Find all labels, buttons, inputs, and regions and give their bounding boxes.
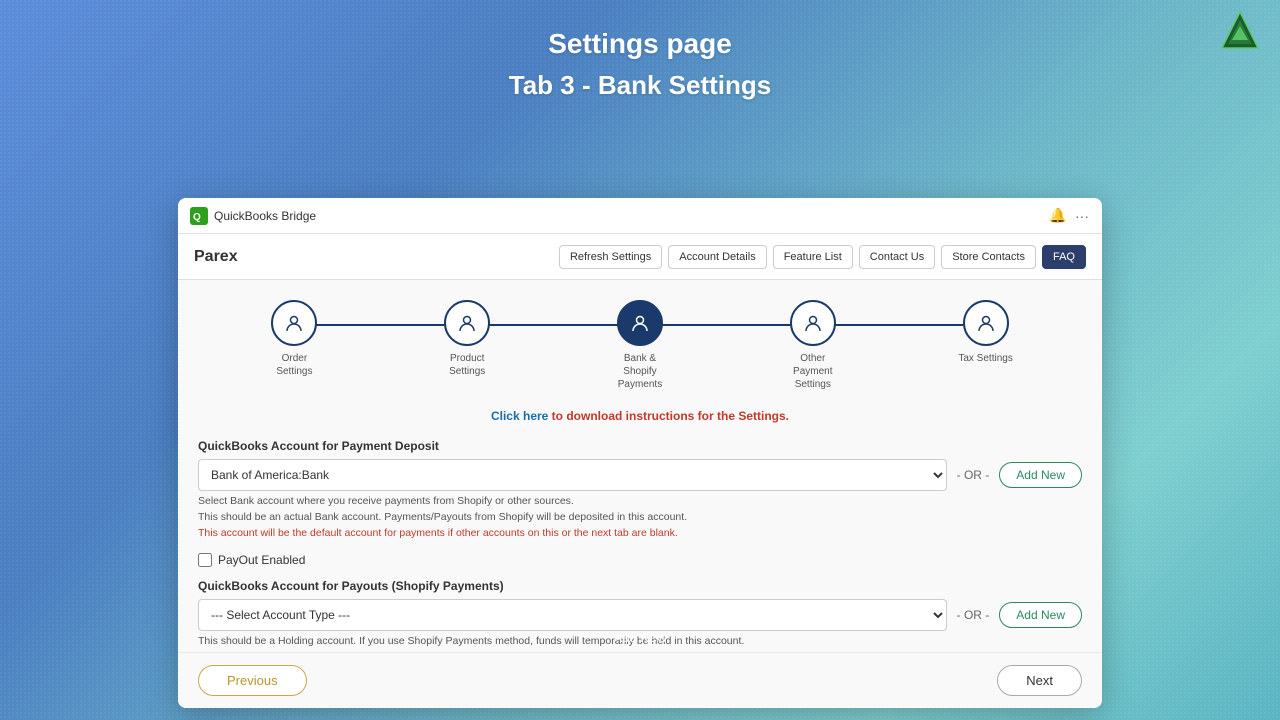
payment-deposit-hint1: Select Bank account where you receive pa… (198, 495, 1082, 507)
nav-contact-us[interactable]: Contact Us (859, 245, 935, 269)
step-2-circle (444, 300, 490, 346)
step-1-circle (271, 300, 317, 346)
payment-deposit-label: QuickBooks Account for Payment Deposit (198, 439, 1082, 453)
app-footer: Previous Next (178, 652, 1102, 708)
next-button[interactable]: Next (997, 665, 1082, 696)
app-brand: Parex (194, 248, 559, 266)
step-other-payment[interactable]: OtherPaymentSettings (726, 300, 899, 391)
svg-text:Q: Q (193, 212, 201, 223)
nav-refresh-settings[interactable]: Refresh Settings (559, 245, 662, 269)
nav-feature-list[interactable]: Feature List (773, 245, 853, 269)
payouts-label: QuickBooks Account for Payouts (Shopify … (198, 579, 1082, 593)
step-4-circle (790, 300, 836, 346)
nav-faq[interactable]: FAQ (1042, 245, 1086, 269)
logo-icon (1218, 10, 1262, 54)
step-5-label: Tax Settings (958, 352, 1012, 365)
step-product-settings[interactable]: ProductSettings (381, 300, 554, 378)
page-title-line1: Settings page (0, 28, 1280, 60)
titlebar-actions: 🔔 ··· (1050, 208, 1090, 224)
payouts-row: --- Select Account Type --- - OR - Add N… (198, 599, 1082, 631)
title-bar: Q QuickBooks Bridge 🔔 ··· (178, 198, 1102, 234)
more-icon[interactable]: ··· (1074, 208, 1090, 224)
step-4-label: OtherPaymentSettings (793, 352, 832, 391)
titlebar-app-name: QuickBooks Bridge (214, 209, 1050, 223)
step-3-label: Bank &ShopifyPayments (618, 352, 662, 391)
step-tax-settings[interactable]: Tax Settings (899, 300, 1072, 365)
page-title-line2: Tab 3 - Bank Settings (0, 70, 1280, 101)
payment-deposit-add-new[interactable]: Add New (999, 462, 1082, 488)
bell-icon[interactable]: 🔔 (1050, 208, 1066, 224)
payouts-select[interactable]: --- Select Account Type --- (198, 599, 947, 631)
payment-deposit-select[interactable]: Bank of America:Bank (198, 459, 947, 491)
instruction-rest: to download instructions for the Setting… (548, 409, 789, 423)
step-order-settings[interactable]: OrderSettings (208, 300, 381, 378)
previous-button[interactable]: Previous (198, 665, 307, 696)
payout-enabled-label: PayOut Enabled (218, 553, 305, 567)
nav-buttons: Refresh Settings Account Details Feature… (559, 245, 1086, 269)
step-2-label: ProductSettings (449, 352, 485, 378)
app-content: OrderSettings ProductSettings (178, 280, 1102, 652)
nav-store-contacts[interactable]: Store Contacts (941, 245, 1036, 269)
payout-enabled-checkbox[interactable] (198, 553, 212, 567)
step-1-label: OrderSettings (276, 352, 312, 378)
payout-enabled-row: PayOut Enabled (198, 553, 1082, 567)
ada-new-badge: Ada New (614, 630, 667, 645)
payment-deposit-hint2: This should be an actual Bank account. P… (198, 511, 1082, 523)
app-header: Parex Refresh Settings Account Details F… (178, 234, 1102, 280)
payment-deposit-or: - OR - (957, 468, 990, 482)
payment-deposit-hint3: This account will be the default account… (198, 527, 1082, 539)
payment-deposit-section: QuickBooks Account for Payment Deposit B… (198, 439, 1082, 539)
step-5-circle (963, 300, 1009, 346)
download-instructions-link[interactable]: Click here (491, 409, 548, 423)
app-logo: Q (190, 207, 208, 225)
stepper: OrderSettings ProductSettings (198, 300, 1082, 391)
step-bank-settings[interactable]: Bank &ShopifyPayments (554, 300, 727, 391)
payouts-add-new[interactable]: Add New (999, 602, 1082, 628)
step-3-circle (617, 300, 663, 346)
payment-deposit-row: Bank of America:Bank - OR - Add New (198, 459, 1082, 491)
payouts-or: - OR - (957, 608, 990, 622)
instruction-link: Click here to download instructions for … (198, 409, 1082, 423)
nav-account-details[interactable]: Account Details (668, 245, 766, 269)
